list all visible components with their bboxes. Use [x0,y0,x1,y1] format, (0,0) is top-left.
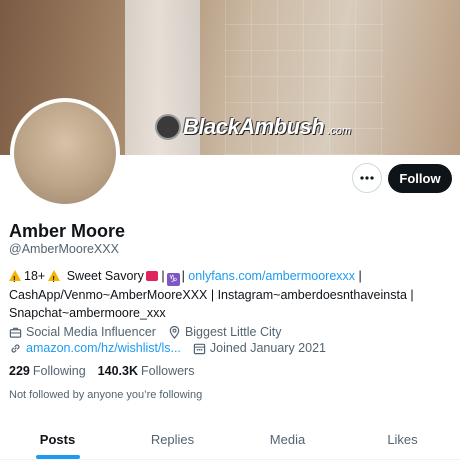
bio-line-1: 18+ Sweet Savory |♑| onlyfans.com/amberm… [9,267,453,289]
candy-icon [145,271,158,281]
bio-line-3: Snapchat~ambermoore_xxx [9,306,166,320]
tab-label: Posts [39,432,76,447]
following-label: Following [32,364,86,378]
following-count: 229 [9,364,30,378]
bio-separator: | [161,269,165,283]
profile-bio: 18+ Sweet Savory |♑| onlyfans.com/amberm… [9,267,453,322]
followers-label: Followers [140,364,195,378]
tab-media[interactable]: Media [230,420,345,459]
website-item[interactable]: amazon.com/hz/wishlist/ls... [9,341,181,355]
watermark-mark-icon [155,114,181,140]
followers-stat[interactable]: 140.3K Followers [98,364,195,378]
tab-posts[interactable]: Posts [0,420,115,459]
joined-text: Joined January 2021 [209,341,326,355]
category-item: Social Media Influencer [9,325,156,339]
calendar-icon [193,343,206,354]
website-link[interactable]: amazon.com/hz/wishlist/ls... [26,341,181,355]
profile-meta-row-2: amazon.com/hz/wishlist/ls... Joined Janu… [9,341,338,355]
tab-label: Media [269,432,306,447]
link-icon [11,343,20,353]
watermark-text: BlackAmbush [183,114,325,139]
display-name: Amber Moore [9,221,126,241]
bio-age-text: 18+ [24,269,46,283]
warning-icon [48,270,61,289]
watermark-tld: .com [327,125,352,137]
joined-item: Joined January 2021 [193,341,326,355]
category-text: Social Media Influencer [26,325,156,339]
followers-count: 140.3K [97,364,138,378]
onlyfans-link[interactable]: onlyfans.com/ambermoorexxx [188,269,355,283]
profile-tabs: Posts Replies Media Likes [0,420,460,460]
avatar[interactable] [10,98,120,208]
user-handle: @AmberMooreXXX [9,242,119,256]
follow-button[interactable]: Follow [388,164,452,193]
location-text: Biggest Little City [184,325,282,339]
tab-likes[interactable]: Likes [345,420,460,459]
more-options-button[interactable] [352,163,382,193]
not-followed-notice: Not followed by anyone you’re following [9,389,203,401]
briefcase-icon [9,327,22,338]
location-item: Biggest Little City [168,325,282,339]
profile-meta-row-1: Social Media Influencer Biggest Little C… [9,325,294,339]
more-dots-icon [360,176,374,180]
tab-label: Likes [387,432,418,447]
banner-watermark: BlackAmbush .com [155,112,351,142]
location-pin-icon [169,325,180,339]
bio-sweet-savory: Sweet Savory [66,269,144,283]
bio-separator: | [181,269,185,283]
tab-replies[interactable]: Replies [115,420,230,459]
active-tab-indicator [35,455,80,459]
follow-stats: 229 Following 140.3K Followers [9,364,194,378]
bio-line-2: CashApp/Venmo~AmberMooreXXX | Instagram~… [9,288,414,302]
bio-separator: | [358,269,362,283]
capricorn-icon: ♑ [166,273,180,286]
following-stat[interactable]: 229 Following [9,364,86,378]
warning-icon [9,270,21,289]
tab-label: Replies [150,432,195,447]
